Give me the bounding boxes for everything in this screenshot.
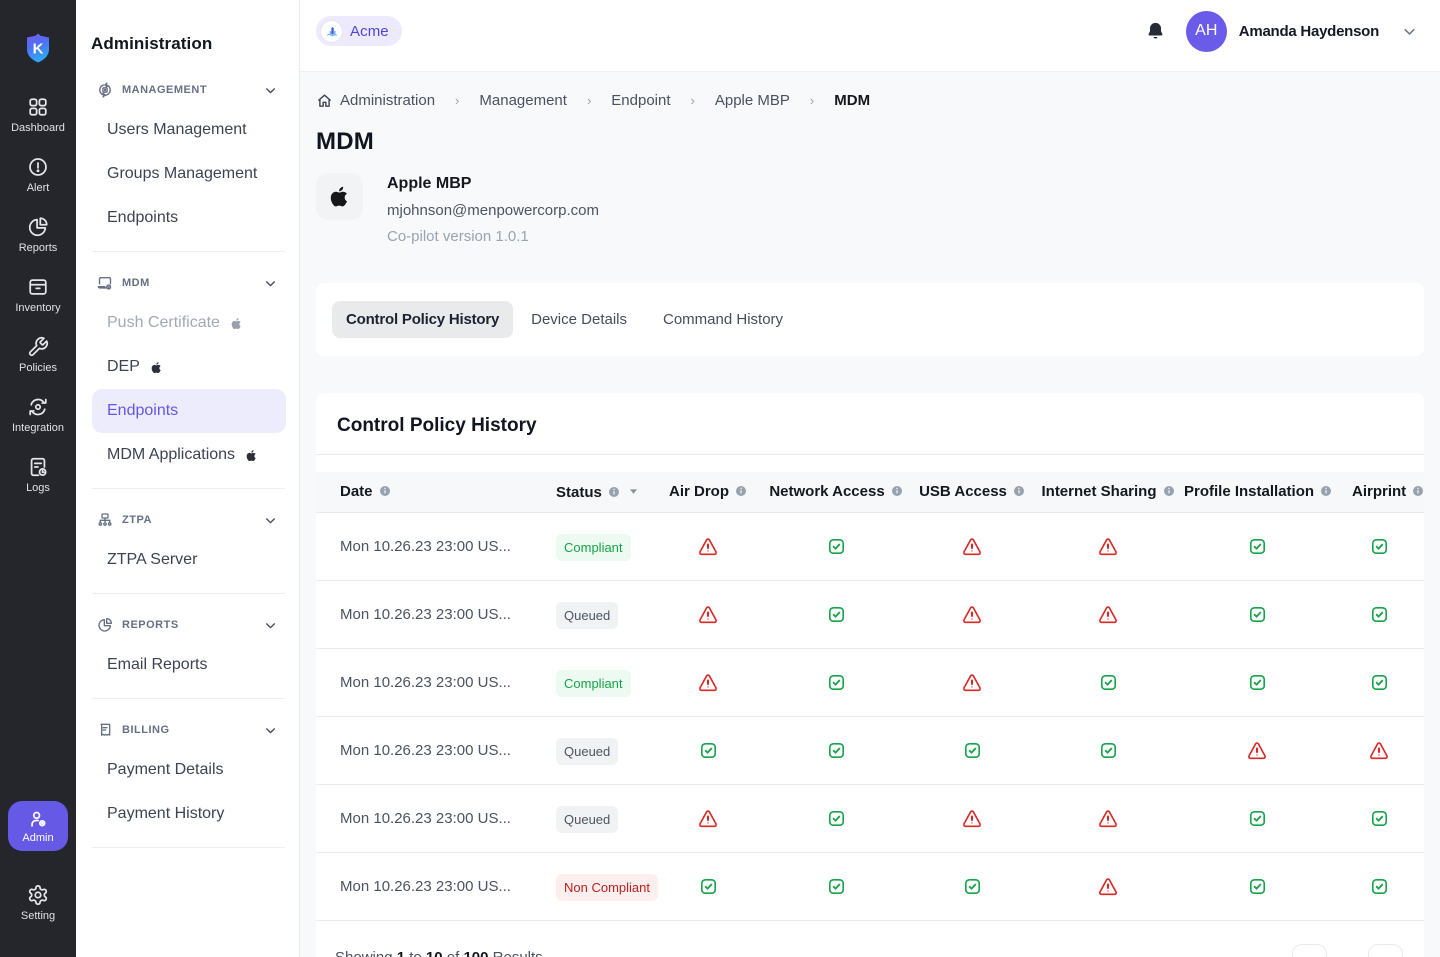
svg-text:K: K — [33, 41, 44, 58]
